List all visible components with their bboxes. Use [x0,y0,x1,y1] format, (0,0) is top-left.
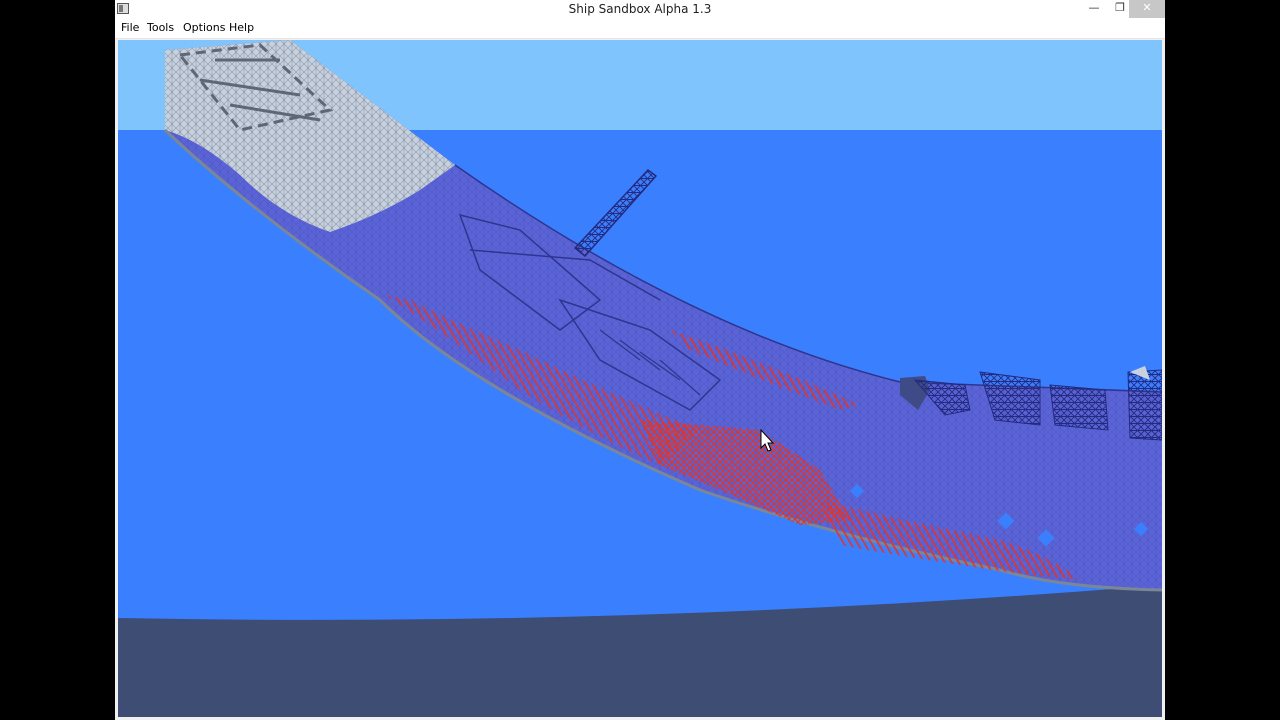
menu-help[interactable]: Help [227,18,256,38]
minimize-button[interactable]: — [1081,0,1107,18]
menu-tools[interactable]: Tools [145,18,176,38]
menu-options[interactable]: Options [181,18,227,38]
menu-bar: File Tools Options Help [115,18,1165,39]
title-bar[interactable]: Ship Sandbox Alpha 1.3 — ❐ ✕ [115,0,1165,18]
close-button[interactable]: ✕ [1129,0,1165,18]
app-window: Ship Sandbox Alpha 1.3 — ❐ ✕ File Tools … [115,0,1165,720]
menu-file[interactable]: File [119,18,141,38]
simulation-canvas[interactable] [118,40,1162,717]
window-title: Ship Sandbox Alpha 1.3 [568,2,712,16]
